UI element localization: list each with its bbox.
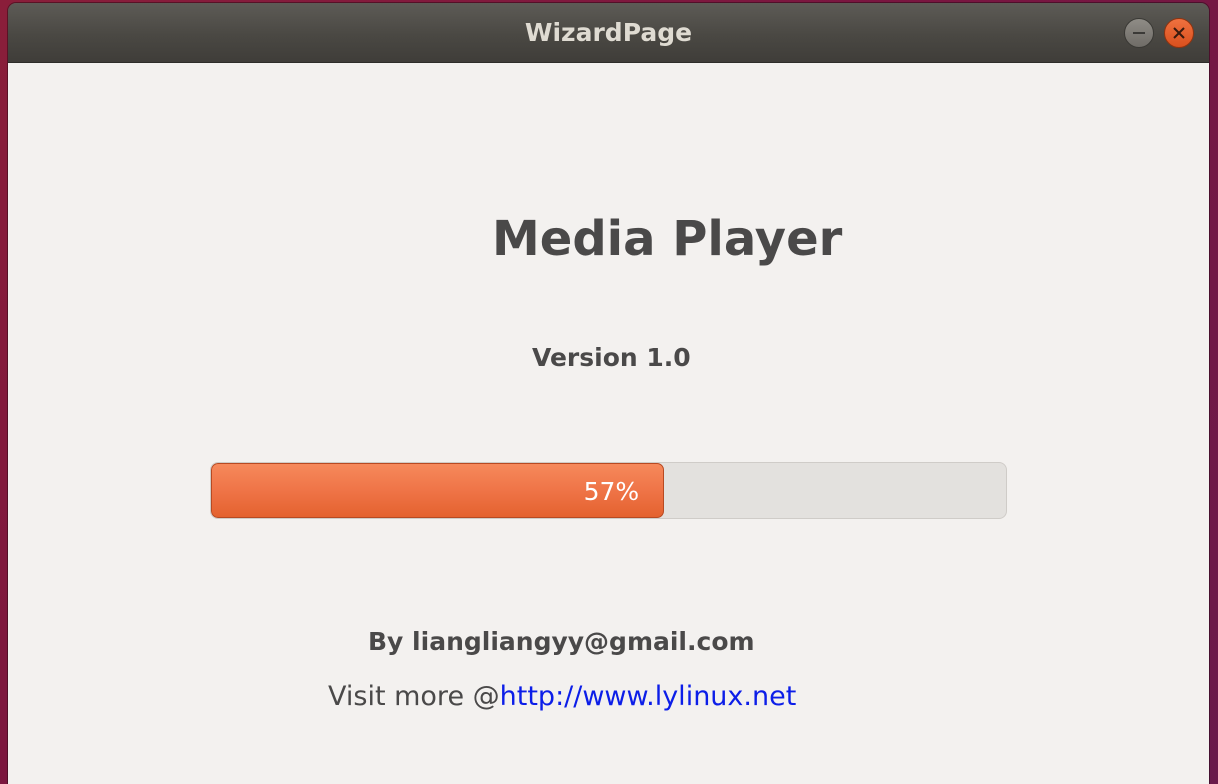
minimize-icon [1133, 32, 1145, 34]
website-link[interactable]: http://www.lylinux.net [500, 681, 797, 712]
progress-bar: 57% [210, 462, 1007, 519]
minimize-button[interactable] [1124, 18, 1154, 48]
title-bar[interactable]: WizardPage [8, 3, 1209, 63]
window-title: WizardPage [524, 18, 693, 47]
visit-line: Visit more @http://www.lylinux.net [328, 681, 796, 712]
progress-label: 57% [583, 477, 640, 506]
version-label: Version 1.0 [532, 343, 691, 372]
close-icon [1173, 27, 1185, 39]
wizard-page: Media Player Version 1.0 57% By lianglia… [8, 63, 1209, 784]
wizard-window: WizardPage Media Player Version 1.0 57% … [8, 3, 1209, 784]
app-title: Media Player [492, 211, 843, 267]
progress-fill: 57% [211, 463, 665, 518]
visit-prefix: Visit more @ [328, 681, 500, 712]
close-button[interactable] [1164, 18, 1194, 48]
author-label: By liangliangyy@gmail.com [368, 627, 755, 656]
